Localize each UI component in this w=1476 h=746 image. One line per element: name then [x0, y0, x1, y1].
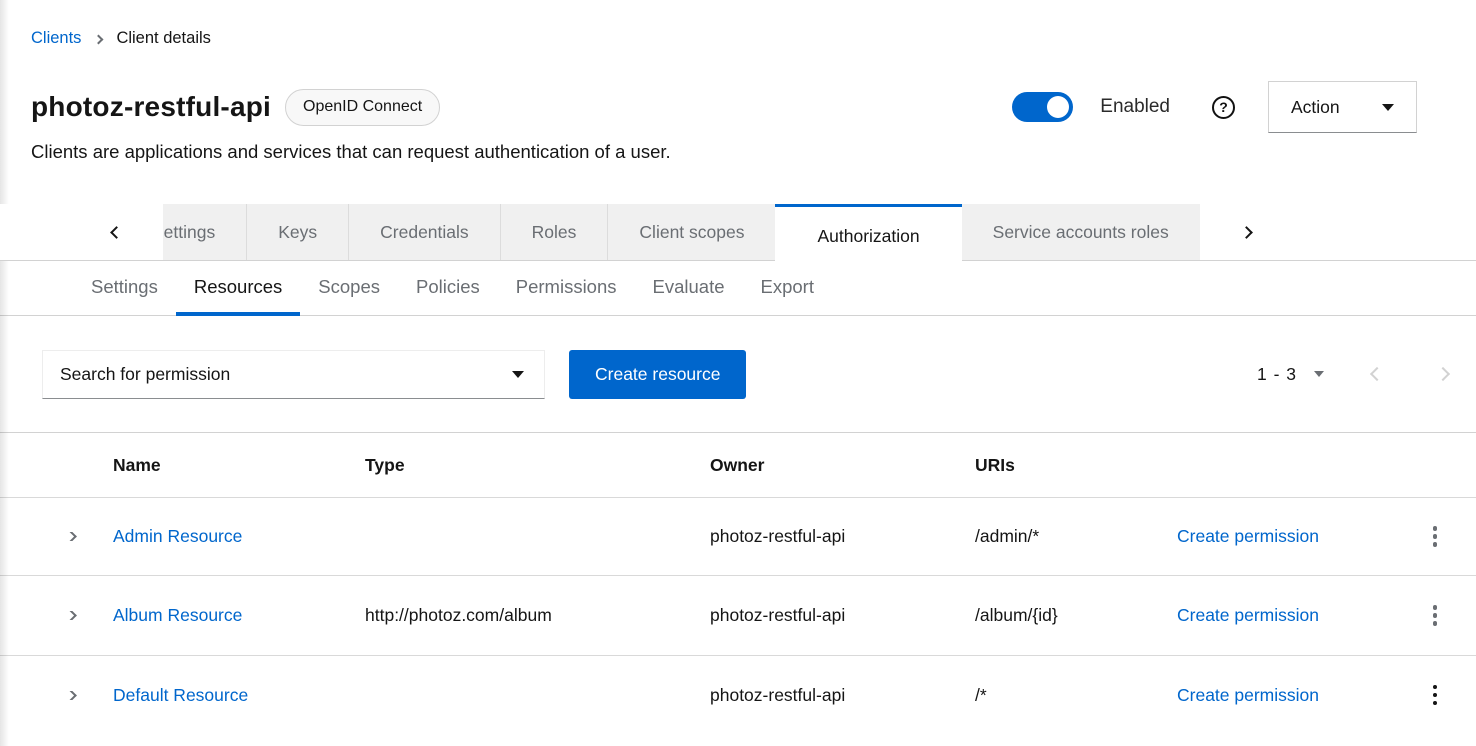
- resource-name-link[interactable]: Admin Resource: [113, 526, 242, 546]
- table-row: Default Resource photoz-restful-api /* C…: [0, 656, 1476, 734]
- action-dropdown[interactable]: Action: [1268, 81, 1417, 133]
- help-icon[interactable]: ?: [1212, 96, 1235, 119]
- client-tabs: Settings Keys Credentials Roles Client s…: [0, 204, 1476, 261]
- subtab-export[interactable]: Export: [743, 261, 832, 316]
- toggle-knob: [1047, 96, 1069, 118]
- kebab-menu-icon[interactable]: [1433, 605, 1438, 626]
- create-permission-link[interactable]: Create permission: [1177, 685, 1319, 705]
- subtab-permissions[interactable]: Permissions: [498, 261, 635, 316]
- row-expand-icon[interactable]: [64, 532, 77, 541]
- column-header-uris: URIs: [959, 455, 1161, 476]
- kebab-menu-icon[interactable]: [1433, 526, 1438, 547]
- tab-service-accounts-roles[interactable]: Service accounts roles: [962, 204, 1200, 260]
- page-title: photoz-restful-api: [31, 91, 271, 123]
- table-row: Album Resource http://photoz.com/album p…: [0, 576, 1476, 656]
- resource-owner: photoz-restful-api: [694, 685, 959, 706]
- tab-credentials[interactable]: Credentials: [348, 204, 500, 260]
- subtab-resources[interactable]: Resources: [176, 261, 300, 316]
- resource-owner: photoz-restful-api: [694, 526, 959, 547]
- pagination-next-button[interactable]: [1436, 367, 1450, 381]
- tab-authorization[interactable]: Authorization: [775, 204, 961, 265]
- resource-uris: /album/{id}: [959, 605, 1161, 626]
- protocol-badge: OpenID Connect: [285, 89, 440, 126]
- search-permission-placeholder: Search for permission: [60, 364, 230, 385]
- column-header-name: Name: [97, 455, 349, 476]
- column-header-type: Type: [349, 455, 694, 476]
- breadcrumb-current: Client details: [116, 29, 210, 48]
- caret-down-icon: [512, 371, 524, 378]
- caret-down-icon: [1382, 104, 1394, 111]
- table-row: Admin Resource photoz-restful-api /admin…: [0, 498, 1476, 576]
- subtab-settings[interactable]: Settings: [73, 261, 176, 316]
- resources-toolbar: Search for permission Create resource 1 …: [0, 316, 1476, 432]
- resources-table: Name Type Owner URIs Admin Resource phot…: [0, 432, 1476, 734]
- enabled-toggle[interactable]: [1012, 92, 1073, 122]
- tab-client-scopes[interactable]: Client scopes: [607, 204, 775, 260]
- search-permission-select[interactable]: Search for permission: [42, 350, 545, 399]
- resource-name-link[interactable]: Album Resource: [113, 605, 242, 625]
- chevron-left-icon: [110, 226, 123, 239]
- breadcrumb: Clients Client details: [0, 0, 1476, 48]
- row-expand-icon[interactable]: [64, 611, 77, 620]
- resource-name-link[interactable]: Default Resource: [113, 685, 248, 705]
- enabled-label: Enabled: [1100, 96, 1170, 118]
- table-header-row: Name Type Owner URIs: [0, 433, 1476, 498]
- pagination-prev-button[interactable]: [1370, 367, 1384, 381]
- subtab-policies[interactable]: Policies: [398, 261, 498, 316]
- resource-uris: /*: [959, 685, 1161, 706]
- create-permission-link[interactable]: Create permission: [1177, 526, 1319, 546]
- page-description: Clients are applications and services th…: [31, 141, 1476, 163]
- create-resource-button[interactable]: Create resource: [569, 350, 746, 399]
- pagination: 1 - 3: [1257, 364, 1448, 385]
- tabs-scroll-left-button[interactable]: [0, 204, 163, 260]
- resource-uris: /admin/*: [959, 526, 1161, 547]
- resource-type: http://photoz.com/album: [349, 605, 694, 626]
- tab-settings[interactable]: Settings: [163, 204, 246, 260]
- tab-roles[interactable]: Roles: [500, 204, 608, 260]
- page-header: photoz-restful-api OpenID Connect Enable…: [31, 81, 1417, 133]
- tabs-scroll-right-button[interactable]: [1200, 204, 1476, 260]
- chevron-right-icon: [1240, 226, 1253, 239]
- create-permission-link[interactable]: Create permission: [1177, 605, 1319, 625]
- row-expand-icon[interactable]: [64, 691, 77, 700]
- pagination-range: 1 - 3: [1257, 364, 1297, 385]
- resource-owner: photoz-restful-api: [694, 605, 959, 626]
- column-header-owner: Owner: [694, 455, 959, 476]
- tab-keys[interactable]: Keys: [246, 204, 348, 260]
- action-dropdown-label: Action: [1291, 97, 1340, 118]
- pagination-options-caret-icon[interactable]: [1314, 371, 1324, 377]
- breadcrumb-clients-link[interactable]: Clients: [31, 29, 81, 48]
- subtab-evaluate[interactable]: Evaluate: [635, 261, 743, 316]
- subtab-scopes[interactable]: Scopes: [300, 261, 398, 316]
- kebab-menu-icon[interactable]: [1433, 685, 1438, 706]
- authorization-subtabs: Settings Resources Scopes Policies Permi…: [0, 261, 1476, 316]
- breadcrumb-separator-icon: [94, 34, 104, 44]
